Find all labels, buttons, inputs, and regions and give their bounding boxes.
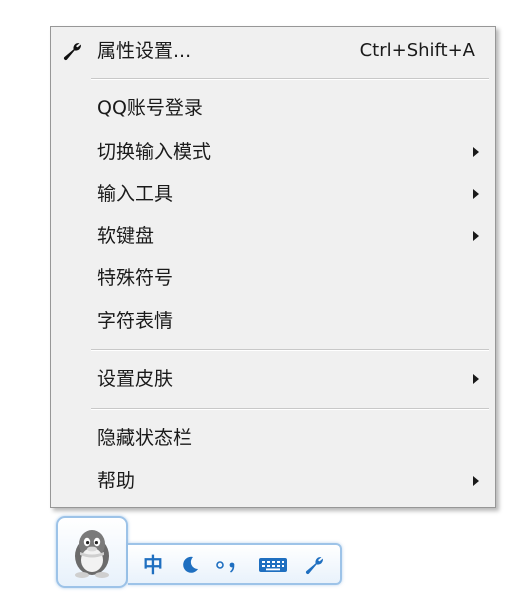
menu-item-label: 切换输入模式 xyxy=(97,141,212,163)
menu-item-label: 帮助 xyxy=(97,470,136,492)
half-width-toggle-button[interactable] xyxy=(178,552,202,578)
menu-item-soft-keyboard[interactable]: 软键盘 xyxy=(51,219,495,253)
wrench-icon xyxy=(305,557,323,575)
menu-item-properties[interactable]: 属性设置... Ctrl+Shift+A xyxy=(51,34,495,68)
menu-item-label: 隐藏状态栏 xyxy=(97,427,193,449)
soft-keyboard-button[interactable] xyxy=(256,552,290,578)
submenu-arrow-icon xyxy=(473,231,479,241)
submenu-arrow-icon xyxy=(473,147,479,157)
menu-item-hide-status-bar[interactable]: 隐藏状态栏 xyxy=(51,421,495,455)
menu-item-label: QQ账号登录 xyxy=(97,97,203,119)
menu-separator xyxy=(91,408,489,410)
desktop-area: 属性设置... Ctrl+Shift+A QQ账号登录 切换输入模式 输入工具 … xyxy=(0,0,526,608)
menu-separator xyxy=(91,349,489,351)
ime-status-toolbar: 中 xyxy=(128,543,342,585)
context-menu: 属性设置... Ctrl+Shift+A QQ账号登录 切换输入模式 输入工具 … xyxy=(50,26,496,508)
menu-item-character-emoticons[interactable]: 字符表情 xyxy=(51,304,495,338)
keyboard-icon xyxy=(259,558,287,572)
menu-item-switch-input-mode[interactable]: 切换输入模式 xyxy=(51,135,495,169)
moon-icon xyxy=(183,556,198,573)
menu-item-qq-login[interactable]: QQ账号登录 xyxy=(51,91,495,125)
menu-item-label: 属性设置... xyxy=(97,40,192,62)
input-mode-button[interactable]: 中 xyxy=(140,552,166,578)
submenu-arrow-icon xyxy=(473,476,479,486)
menu-item-skin-settings[interactable]: 设置皮肤 xyxy=(51,362,495,396)
menu-item-label: 输入工具 xyxy=(97,183,174,205)
submenu-arrow-icon xyxy=(473,374,479,384)
menu-item-label: 特殊符号 xyxy=(97,267,174,289)
settings-button[interactable] xyxy=(300,552,328,578)
menu-item-label: 设置皮肤 xyxy=(97,368,174,390)
menu-item-input-tools[interactable]: 输入工具 xyxy=(51,177,495,211)
submenu-arrow-icon xyxy=(473,189,479,199)
menu-item-help[interactable]: 帮助 xyxy=(51,464,495,498)
menu-item-shortcut: Ctrl+Shift+A xyxy=(359,40,475,61)
menu-item-label: 软键盘 xyxy=(97,225,155,247)
menu-item-label: 字符表情 xyxy=(97,310,174,332)
menu-separator xyxy=(91,78,489,80)
punctuation-icon xyxy=(216,561,235,573)
qq-avatar-button[interactable] xyxy=(56,516,128,588)
punctuation-toggle-button[interactable] xyxy=(214,552,242,578)
menu-item-special-symbols[interactable]: 特殊符号 xyxy=(51,261,495,295)
qq-penguin-icon xyxy=(75,530,109,578)
wrench-icon xyxy=(63,43,81,61)
